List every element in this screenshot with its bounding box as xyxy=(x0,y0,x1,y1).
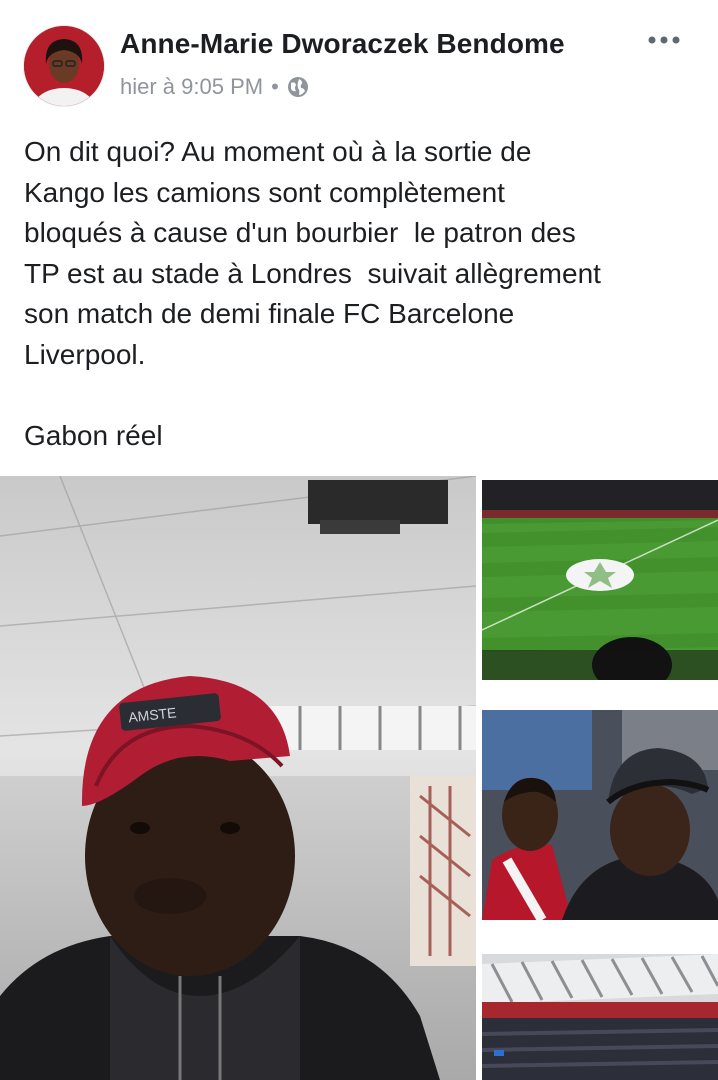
post-meta: hier à 9:05 PM • xyxy=(120,74,309,100)
stands-image xyxy=(482,954,718,1080)
two-men-image xyxy=(482,710,718,920)
photo-two-men[interactable] xyxy=(482,710,718,920)
selfie-image: AMSTE xyxy=(0,476,476,1080)
photo-grid: AMSTE xyxy=(0,476,718,1080)
avatar-image xyxy=(24,26,104,106)
post-timestamp[interactable]: hier à 9:05 PM xyxy=(120,74,263,100)
more-options-button[interactable] xyxy=(646,26,686,56)
meta-separator: • xyxy=(271,74,279,99)
photo-stadium-stands[interactable] xyxy=(482,954,718,1080)
author-avatar[interactable] xyxy=(24,26,104,106)
photo-selfie[interactable]: AMSTE xyxy=(0,476,476,1080)
post-header: Anne-Marie Dworaczek Bendome hier à 9:05… xyxy=(0,0,718,110)
author-name[interactable]: Anne-Marie Dworaczek Bendome xyxy=(120,28,565,60)
ellipsis-icon xyxy=(648,36,680,44)
globe-icon xyxy=(287,77,308,97)
photo-stadium-pitch[interactable] xyxy=(482,480,718,680)
post-text: On dit quoi? Au moment où à la sortie de… xyxy=(24,136,601,451)
pitch-image xyxy=(482,480,718,680)
